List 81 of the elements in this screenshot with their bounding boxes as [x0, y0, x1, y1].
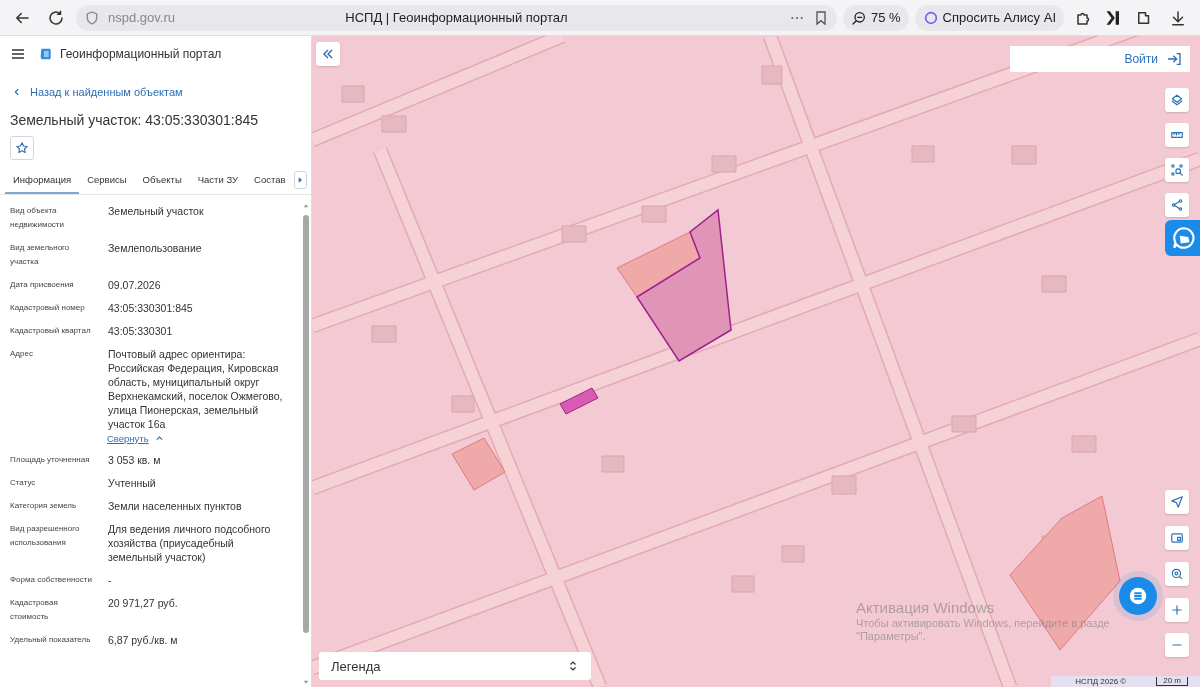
chevron-left-icon: [12, 87, 22, 97]
download-icon: [1169, 8, 1187, 27]
field-value: Почтовый адрес ориентира: Российская Федерация, Кировская область, муниципальный округ Верхнекамский, поселок Ожмегово, улица Пионерская, земельный участок 16а: [107, 347, 284, 431]
speech-bubble-icon: [1171, 225, 1197, 251]
field-value: 6,87 руб./кв. м: [107, 633, 179, 647]
page-title: НСПД | Геоинформационный портал: [345, 10, 568, 25]
field-value: 09.07.2026: [107, 278, 162, 292]
field-label: Вид объекта недвижимости: [10, 205, 65, 231]
minimap-button[interactable]: [1165, 526, 1189, 550]
geo-search-icon: [1170, 567, 1184, 581]
geo-search-button[interactable]: [1165, 562, 1189, 586]
url-text: nspd.gov.ru: [108, 10, 175, 25]
field-value: Для ведения личного подсобного хозяйства (приусадебный земельный участок): [107, 522, 272, 564]
double-chevron-left-icon: [321, 47, 335, 61]
sort-arrows-icon: [567, 660, 579, 672]
assistant-button[interactable]: Спросить Алису AI: [914, 4, 1064, 31]
field-label: Форма собственности: [10, 574, 93, 586]
share-icon: [1170, 198, 1184, 212]
minimap-icon: [1170, 531, 1184, 545]
parcel-heading: Земельный участок: 43:05:330301:845: [10, 112, 260, 128]
scale-bar: 20 m: [1156, 677, 1188, 686]
tab[interactable]: Состав: [246, 170, 294, 194]
field-label: Площадь уточненная: [10, 454, 91, 466]
tab[interactable]: Объекты: [134, 170, 190, 194]
select-area-icon: [1170, 163, 1184, 177]
tab[interactable]: Части ЗУ: [189, 170, 247, 194]
field-label: Адрес: [10, 348, 34, 360]
field-value: Землепользование: [107, 241, 203, 255]
ruler-button[interactable]: [1165, 123, 1189, 147]
share-button[interactable]: [1165, 193, 1189, 217]
field-label: Кадастровый номер: [10, 302, 86, 314]
field-label: Кадастровый квартал: [10, 325, 92, 337]
back-link[interactable]: Назад к найденным объектам: [0, 78, 195, 106]
collapse-link[interactable]: Свернуть: [107, 433, 164, 444]
feedback-button[interactable]: [1165, 220, 1200, 256]
favorite-button[interactable]: [10, 136, 34, 160]
layers-button[interactable]: [1165, 88, 1189, 112]
chevron-up-icon: [154, 434, 164, 443]
field-value: 20 971,27 руб.: [107, 596, 179, 610]
scroll-down-icon: [303, 679, 309, 685]
menu-icon[interactable]: [10, 46, 26, 62]
field-label: Удельный показатель: [10, 634, 92, 646]
portal-logo-icon: [38, 46, 54, 62]
locate-icon: [1170, 495, 1184, 509]
field-value: 43:05:330301: [107, 324, 174, 338]
copyright-text: НСПД 2026 ©: [1075, 677, 1127, 686]
field-value: 3 053 кв. м: [107, 453, 162, 467]
field-label: Кадастровая стоимость: [10, 597, 59, 623]
layers-icon: [1170, 93, 1184, 107]
legend-dropdown[interactable]: Легенда: [319, 652, 591, 680]
zoom-out-icon: [850, 9, 867, 26]
activation-notice-title: Активация Windows: [856, 599, 996, 617]
field-label: Дата присвоения: [10, 279, 75, 291]
field-label: Вид разрешенного использования: [10, 523, 81, 549]
field-value: 43:05:330301:845: [107, 301, 194, 315]
locate-button[interactable]: [1165, 490, 1189, 514]
shield-icon: [84, 9, 100, 26]
tab[interactable]: Сервисы: [79, 170, 135, 194]
reload-icon: [47, 8, 65, 27]
field-label: Статус: [10, 477, 37, 489]
field-label: Вид земельного участка: [10, 242, 71, 268]
select-area-button[interactable]: [1165, 158, 1189, 182]
ring-icon: [922, 9, 939, 26]
app-title: Геоинформационный портал: [60, 47, 222, 61]
activation-notice-text: "Параметры".: [856, 630, 927, 643]
field-label: Категория земель: [10, 500, 78, 512]
scroll-up-icon: [303, 203, 309, 209]
zoom-in-icon: [1170, 603, 1184, 617]
zoom-button[interactable]: 75 %: [842, 4, 909, 31]
tab[interactable]: Информация: [5, 170, 80, 194]
collapse-panel-button[interactable]: [316, 42, 340, 66]
field-value: Земельный участок: [107, 204, 205, 218]
activation-notice-text: Чтобы активировать Windows, перейдите в разде: [856, 617, 1110, 630]
field-value: Земли населенных пунктов: [107, 499, 243, 513]
scroll-tabs-button[interactable]: [293, 171, 307, 189]
field-value: Учтенный: [107, 476, 157, 490]
login-button[interactable]: Войти: [1010, 46, 1190, 72]
address-bar[interactable]: nspd.gov.ru НСПД | Геоинформационный портал: [76, 4, 837, 31]
login-icon: [1166, 51, 1182, 67]
field-value: -: [107, 573, 113, 587]
chat-icon: [1127, 585, 1149, 607]
